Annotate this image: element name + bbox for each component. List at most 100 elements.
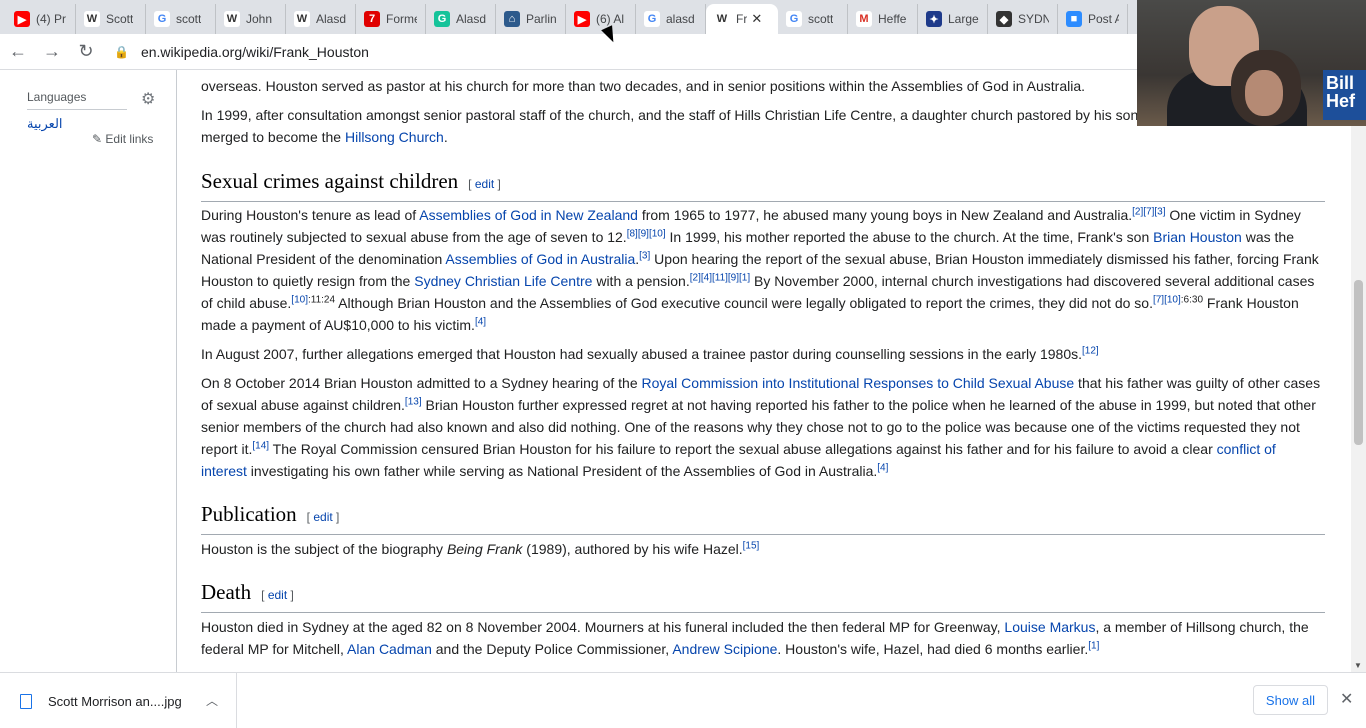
link-alan-cadman[interactable]: Alan Cadman <box>347 641 432 657</box>
zoom-icon: ■ <box>1066 11 1082 27</box>
paragraph-royal-commission: On 8 October 2014 Brian Houston admitted… <box>201 375 1321 479</box>
browser-tab[interactable]: W John <box>216 4 286 34</box>
citation[interactable]: [2][4][11][9][1] <box>690 272 750 283</box>
citation[interactable]: [1] <box>1088 640 1099 651</box>
wikipedia-icon: W <box>224 11 240 27</box>
google-icon: G <box>154 11 170 27</box>
reload-icon[interactable]: ↻ <box>70 36 102 68</box>
google-icon: G <box>644 11 660 27</box>
citation[interactable]: [7][10]:6:30 <box>1153 294 1203 305</box>
tab-title: alasd <box>666 12 695 26</box>
edit-section-link[interactable]: edit <box>475 177 494 191</box>
participant-2-face <box>1245 70 1283 116</box>
browser-tab[interactable]: G Alasd <box>426 4 496 34</box>
citation[interactable]: [10]:11:24 <box>291 294 335 305</box>
wikipedia-icon: W <box>294 11 310 27</box>
citation[interactable]: [3] <box>639 250 650 261</box>
edit-section-link[interactable]: edit <box>268 588 287 602</box>
video-banner: Bill Hef <box>1323 70 1366 120</box>
sydney-icon: ◆ <box>996 11 1012 27</box>
show-all-button[interactable]: Show all <box>1253 685 1328 715</box>
section-heading-death: Death[ edit ] <box>201 581 1325 613</box>
browser-tab[interactable]: W Scott <box>76 4 146 34</box>
download-item[interactable]: Scott Morrison an....jpg <box>0 673 237 728</box>
gmail-icon: M <box>856 11 872 27</box>
citation[interactable]: [4] <box>475 316 486 327</box>
languages-heading: Languages <box>27 90 87 104</box>
download-filename[interactable]: Scott Morrison an....jpg <box>48 694 182 709</box>
url-text[interactable]: en.wikipedia.org/wiki/Frank_Houston <box>141 44 369 60</box>
citation[interactable]: [2][7][3] <box>1132 206 1165 217</box>
citation[interactable]: [14] <box>252 440 269 451</box>
forward-icon[interactable]: → <box>36 36 68 68</box>
browser-tab[interactable]: ⌂ Parlin <box>496 4 566 34</box>
citation[interactable]: [13] <box>405 396 422 407</box>
tab-title: Parlin <box>526 12 557 26</box>
tab-title: Forme <box>386 12 417 26</box>
citation[interactable]: [12] <box>1082 345 1099 356</box>
scroll-down-arrow-icon[interactable]: ▼ <box>1354 661 1362 670</box>
browser-tab[interactable]: W Alasd <box>286 4 356 34</box>
youtube-icon: ▶ <box>574 11 590 27</box>
browser-tab[interactable]: ✦ Large <box>918 4 988 34</box>
file-icon <box>20 693 32 709</box>
link-louise-markus[interactable]: Louise Markus <box>1004 619 1095 635</box>
page-scrollbar[interactable]: ▼ <box>1351 70 1366 672</box>
browser-tab[interactable]: M Heffe <box>848 4 918 34</box>
lock-icon[interactable]: 🔒 <box>114 45 129 59</box>
tab-title: SYDN <box>1018 12 1049 26</box>
sidebar: Languages ⚙ العربية ✎ Edit links <box>0 70 177 672</box>
link-andrew-scipione[interactable]: Andrew Scipione <box>672 641 777 657</box>
citation[interactable]: [4] <box>877 462 888 473</box>
paragraph-publication: Houston is the subject of the biography … <box>201 540 760 557</box>
tab-title: Alasd <box>316 12 347 26</box>
page-content: Languages ⚙ العربية ✎ Edit links oversea… <box>0 70 1366 672</box>
edit-section-link[interactable]: edit <box>313 510 332 524</box>
tab-title: John <box>246 12 273 26</box>
browser-tab[interactable]: W Fr ✕ <box>706 4 778 34</box>
close-tab-icon[interactable]: ✕ <box>751 11 762 27</box>
google-icon: G <box>786 11 802 27</box>
browser-tab[interactable]: ▶ (4) Pr <box>6 4 76 34</box>
languages-divider <box>27 109 127 110</box>
link-aog-nz[interactable]: Assemblies of God in New Zealand <box>419 207 638 223</box>
tab-title: Alasd <box>456 12 487 26</box>
citation[interactable]: [8][9][10] <box>627 228 666 239</box>
paragraph-abuse: During Houston's tenure as lead of Assem… <box>201 206 1319 333</box>
tab-title: (4) Pr <box>36 12 66 26</box>
link-royal-commission[interactable]: Royal Commission into Institutional Resp… <box>642 375 1075 391</box>
address-bar[interactable]: 🔒 en.wikipedia.org/wiki/Frank_Houston <box>114 37 369 67</box>
scrollbar-thumb[interactable] <box>1354 280 1363 445</box>
gear-icon[interactable]: ⚙ <box>141 89 155 109</box>
browser-tab[interactable]: Gscott <box>146 4 216 34</box>
citation[interactable]: [15] <box>743 540 760 551</box>
language-link-arabic[interactable]: العربية <box>27 116 63 132</box>
browser-tab[interactable]: Gscott <box>778 4 848 34</box>
link-brian-houston[interactable]: Brian Houston <box>1153 229 1242 245</box>
tab-title: Heffe <box>878 12 907 26</box>
parliament-icon: ⌂ <box>504 11 520 27</box>
grammarly-icon: G <box>434 11 450 27</box>
browser-tab[interactable]: ◆ SYDN <box>988 4 1058 34</box>
close-icon[interactable]: ✕ <box>1340 689 1353 709</box>
link-aog-australia[interactable]: Assemblies of God in Australia <box>445 251 635 267</box>
tab-title: Fr <box>736 12 748 26</box>
video-call-overlay[interactable]: Bill Hef <box>1137 0 1366 126</box>
wikipedia-icon: W <box>84 11 100 27</box>
section-heading-sexual-crimes: Sexual crimes against children[ edit ] <box>201 170 1325 202</box>
paragraph-2007: In August 2007, further allegations emer… <box>201 345 1099 362</box>
paragraph-death: Houston died in Sydney at the aged 82 on… <box>201 619 1309 657</box>
edit-links-link[interactable]: ✎ Edit links <box>92 132 153 146</box>
tab-title: Scott <box>106 12 134 26</box>
browser-tab[interactable]: Galasd <box>636 4 706 34</box>
back-icon[interactable]: ← <box>2 36 34 68</box>
browser-tab[interactable]: ■ Post A <box>1058 4 1128 34</box>
section-heading-publication: Publication[ edit ] <box>201 503 1325 535</box>
tab-title: (6) Al <box>596 12 625 26</box>
masonic-icon: ✦ <box>926 11 942 27</box>
browser-tab[interactable]: 7 Forme <box>356 4 426 34</box>
chevron-up-icon[interactable]: ︿ <box>206 692 218 709</box>
seven-news-icon: 7 <box>364 11 380 27</box>
link-hillsong-church[interactable]: Hillsong Church <box>345 129 444 145</box>
link-sydney-clc[interactable]: Sydney Christian Life Centre <box>414 273 592 289</box>
